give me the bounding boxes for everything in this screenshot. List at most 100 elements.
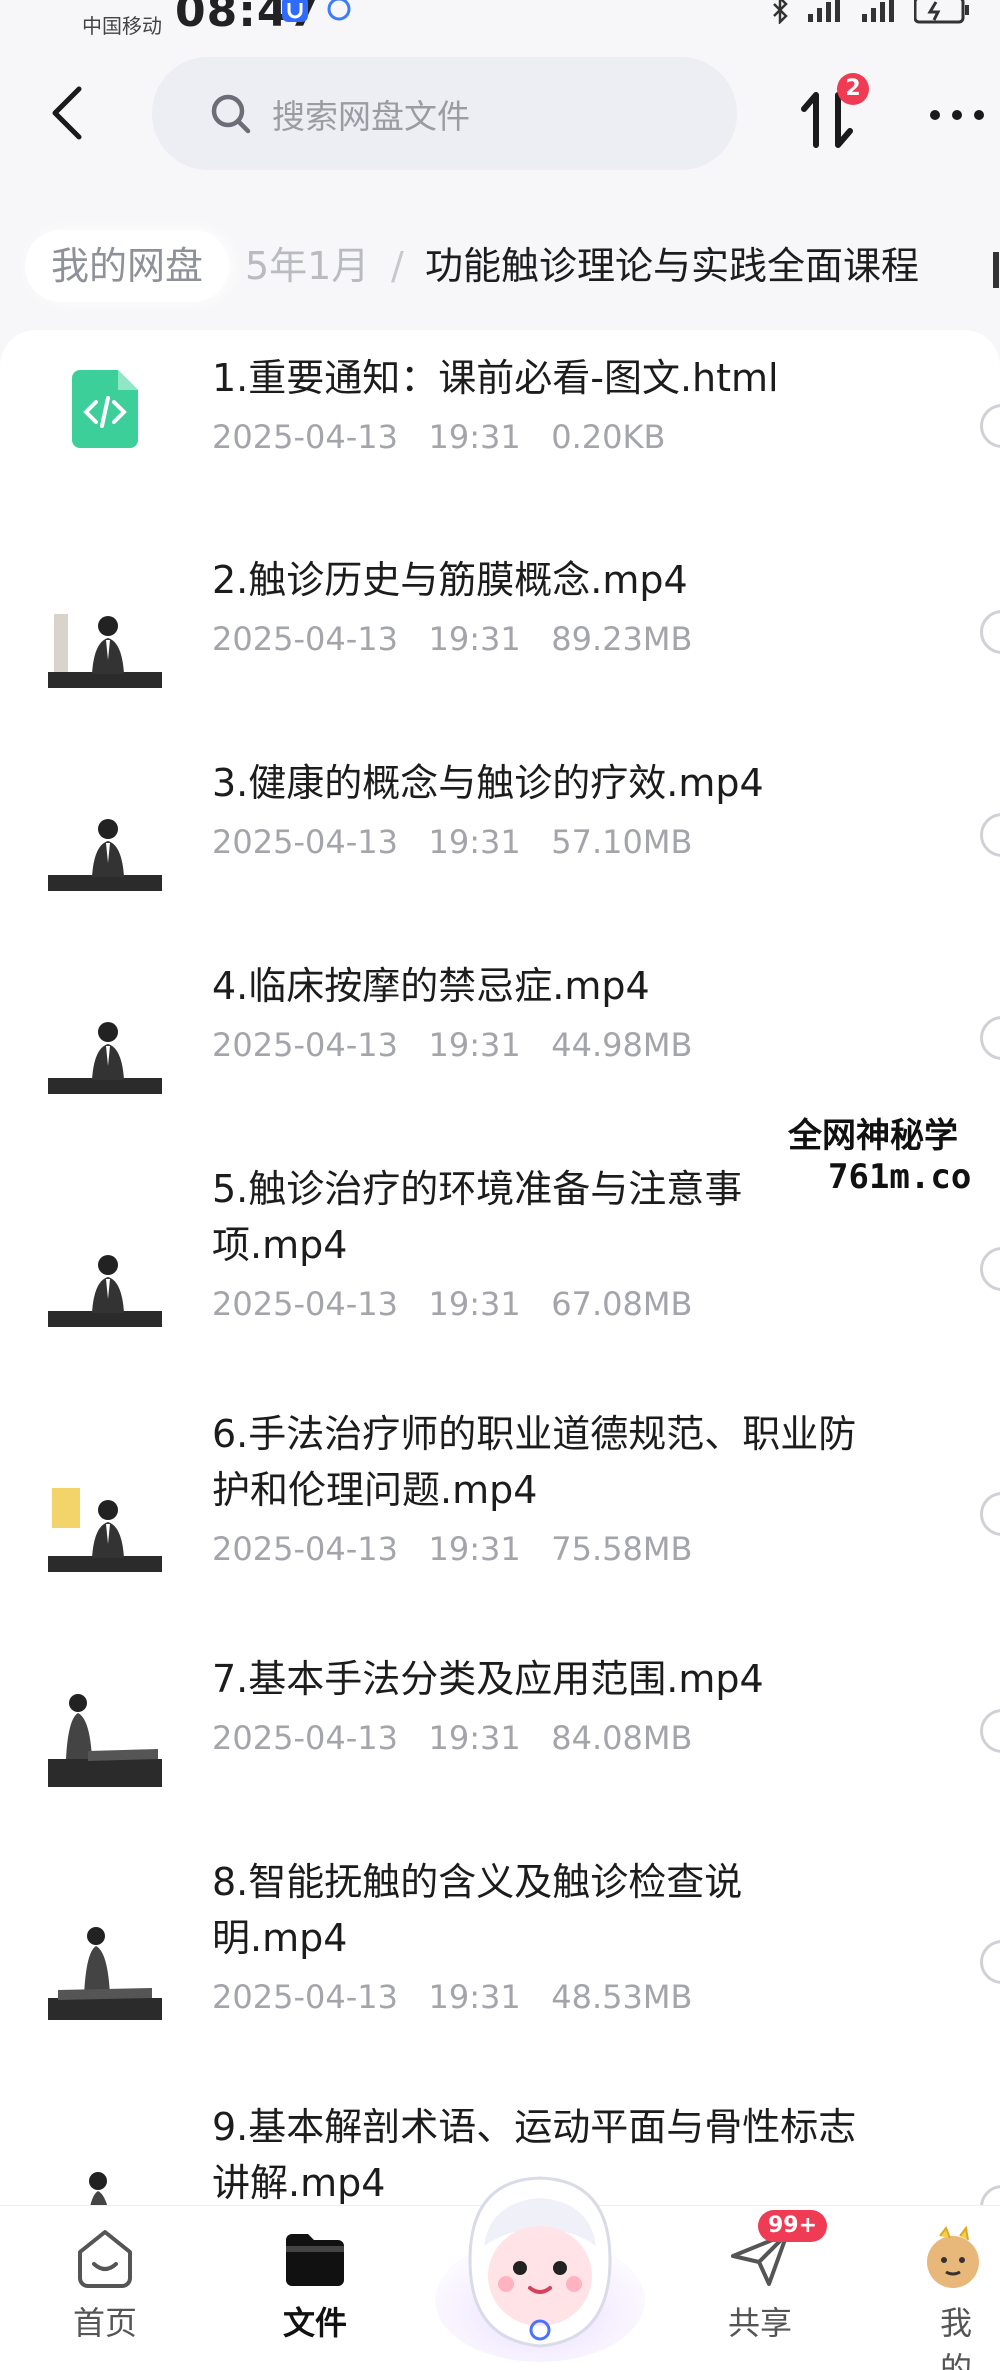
nav-share-label: 共享	[727, 2304, 792, 2342]
file-meta: 2025-04-13 19:31 0.20KB	[212, 418, 665, 456]
select-checkbox[interactable]	[980, 1940, 1000, 1984]
select-checkbox[interactable]	[980, 404, 1000, 448]
video-thumbnail	[48, 777, 162, 891]
watermark-line-1: 全网神秘学	[788, 1116, 958, 1156]
file-date: 2025-04-13	[212, 620, 398, 658]
file-date: 2025-04-13	[212, 418, 398, 456]
list-item[interactable]: 7.基本手法分类及应用范围.mp4 2025-04-13 19:31 84.08…	[0, 1639, 1000, 1829]
breadcrumb-item-month[interactable]: 5年1月	[245, 230, 369, 302]
watermark-line-2: 761m.co	[828, 1157, 972, 1197]
video-thumbnail	[48, 1906, 162, 2020]
watermark: 全网神秘学 761m.co	[788, 1108, 971, 1197]
select-checkbox[interactable]	[980, 1247, 1000, 1291]
nav-share[interactable]: 99+ 共享	[690, 2210, 830, 2344]
file-name: 4.临床按摩的禁忌症.mp4	[212, 964, 650, 1008]
file-date: 2025-04-13	[212, 1719, 398, 1757]
video-thumbnail	[48, 980, 162, 1094]
select-checkbox[interactable]	[980, 1492, 1000, 1536]
file-meta: 2025-04-13 19:31 89.23MB	[212, 620, 692, 658]
select-checkbox[interactable]	[980, 1709, 1000, 1753]
breadcrumb-overflow-edge	[993, 252, 999, 288]
nav-home[interactable]: 首页	[35, 2226, 175, 2344]
cloud-notification-icon	[327, 0, 351, 21]
list-item[interactable]: 1.重要通知：课前必看-图文.html 2025-04-13 19:31 0.2…	[0, 330, 1000, 520]
file-date: 2025-04-13	[212, 1026, 398, 1064]
nav-mine[interactable]: 我的	[900, 2226, 1000, 2370]
file-time: 19:31	[428, 418, 521, 456]
list-item[interactable]: 6.手法治疗师的职业道德规范、职业防护和伦理问题.mp4 2025-04-13 …	[0, 1394, 1000, 1634]
more-dot-icon	[930, 110, 940, 120]
battery-icon	[914, 0, 969, 24]
avatar-icon	[927, 2226, 979, 2288]
file-date: 2025-04-13	[212, 1978, 398, 2016]
file-time: 19:31	[428, 823, 521, 861]
signal-2-icon	[862, 0, 894, 22]
file-size: 67.08MB	[551, 1285, 693, 1323]
top-bar: 搜索网盘文件 2	[0, 55, 1000, 175]
more-dot-icon	[952, 110, 962, 120]
breadcrumb-item-root[interactable]: 我的网盘	[25, 230, 230, 302]
home-icon	[78, 2230, 132, 2288]
transfer-list-button[interactable]: 2	[800, 73, 869, 155]
file-name: 3.健康的概念与触诊的疗效.mp4	[212, 761, 764, 805]
video-thumbnail	[48, 1213, 162, 1327]
file-size: 84.08MB	[551, 1719, 693, 1757]
transfer-count-badge: 2	[837, 73, 869, 105]
select-checkbox[interactable]	[980, 813, 1000, 857]
file-time: 19:31	[428, 1285, 521, 1323]
file-date: 2025-04-13	[212, 823, 398, 861]
file-name: 5.触诊治疗的环境准备与注意事项.mp4	[212, 1167, 743, 1267]
video-thumbnail	[48, 1458, 162, 1572]
file-name: 2.触诊历史与筋膜概念.mp4	[212, 558, 688, 602]
file-time: 19:31	[428, 1719, 521, 1757]
list-item[interactable]: 8.智能抚触的含义及触诊检查说明.mp4 2025-04-13 19:31 48…	[0, 1842, 1000, 2082]
list-item[interactable]: 3.健康的概念与触诊的疗效.mp4 2025-04-13 19:31 57.10…	[0, 743, 1000, 933]
nav-files[interactable]: 文件	[245, 2226, 385, 2344]
file-name: 7.基本手法分类及应用范围.mp4	[212, 1657, 764, 1701]
back-button[interactable]	[42, 80, 92, 146]
video-thumbnail	[48, 1673, 162, 1787]
app-notification-icon	[282, 0, 308, 22]
file-name: 6.手法治疗师的职业道德规范、职业防护和伦理问题.mp4	[212, 1412, 857, 1512]
file-name: 1.重要通知：课前必看-图文.html	[212, 356, 779, 400]
search-input[interactable]: 搜索网盘文件	[152, 57, 737, 170]
file-time: 19:31	[428, 620, 521, 658]
video-thumbnail	[48, 574, 162, 688]
status-indicators	[768, 0, 970, 24]
file-time: 19:31	[428, 1978, 521, 2016]
more-options-button[interactable]	[930, 95, 1000, 135]
breadcrumb-separator: /	[391, 244, 404, 288]
file-meta: 2025-04-13 19:31 84.08MB	[212, 1719, 692, 1757]
breadcrumb-item-current: 功能触诊理论与实践全面课程	[425, 244, 920, 288]
list-item[interactable]: 2.触诊历史与筋膜概念.mp4 2025-04-13 19:31 89.23MB	[0, 540, 1000, 730]
file-time: 19:31	[428, 1530, 521, 1568]
select-checkbox[interactable]	[980, 610, 1000, 654]
assistant-mascot-button[interactable]	[430, 2150, 650, 2370]
carrier-label: 中国移动	[82, 14, 162, 38]
file-meta: 2025-04-13 19:31 75.58MB	[212, 1530, 692, 1568]
more-dot-icon	[974, 110, 984, 120]
share-count-badge: 99+	[758, 2210, 828, 2242]
file-size: 57.10MB	[551, 823, 693, 861]
file-date: 2025-04-13	[212, 1285, 398, 1323]
folder-icon	[286, 2234, 344, 2286]
file-size: 75.58MB	[551, 1530, 693, 1568]
search-icon	[211, 94, 251, 133]
file-meta: 2025-04-13 19:31 44.98MB	[212, 1026, 692, 1064]
nav-files-label: 文件	[282, 2304, 347, 2342]
search-placeholder: 搜索网盘文件	[272, 96, 470, 136]
video-thumbnail	[48, 2151, 162, 2210]
signal-icon	[808, 0, 840, 22]
select-checkbox[interactable]	[980, 1016, 1000, 1060]
file-meta: 2025-04-13 19:31 48.53MB	[212, 1978, 692, 2016]
file-size: 44.98MB	[551, 1026, 693, 1064]
nav-home-label: 首页	[72, 2304, 137, 2342]
file-size: 0.20KB	[551, 418, 666, 456]
nav-mine-label: 我的	[940, 2304, 973, 2370]
html-file-icon	[72, 370, 138, 448]
file-time: 19:31	[428, 1026, 521, 1064]
file-name: 8.智能抚触的含义及触诊检查说明.mp4	[212, 1860, 743, 1960]
file-list: 1.重要通知：课前必看-图文.html 2025-04-13 19:31 0.2…	[0, 330, 1000, 2210]
chevron-left-icon	[52, 86, 82, 140]
file-size: 48.53MB	[551, 1978, 693, 2016]
